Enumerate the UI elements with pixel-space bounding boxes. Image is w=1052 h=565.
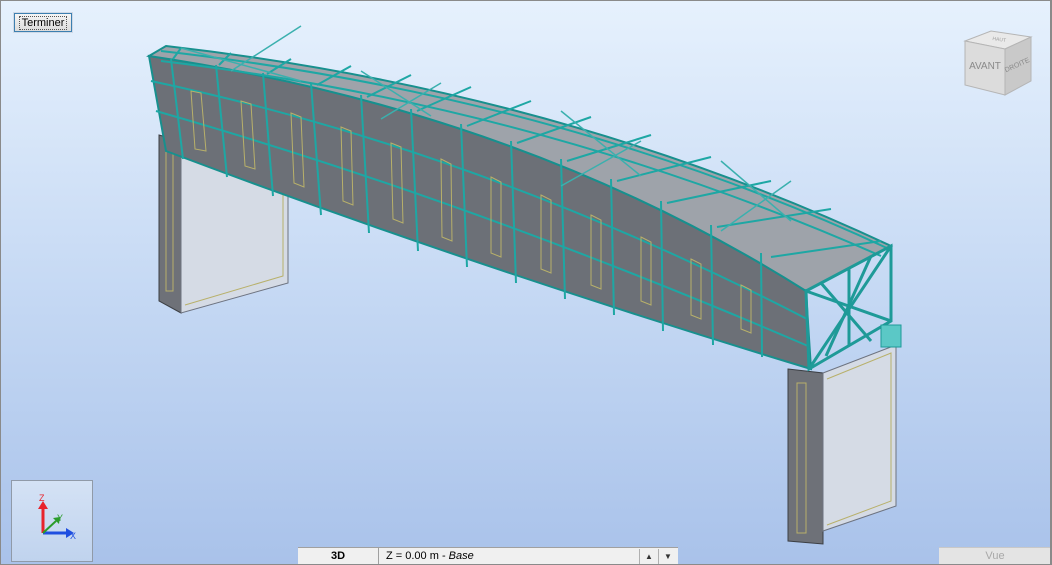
axis-y-label: Y	[57, 513, 63, 523]
level-name: Base	[448, 550, 474, 562]
axis-z-label: Z	[39, 493, 45, 503]
level-selector[interactable]: Z = 0.00 m - Base	[380, 548, 636, 564]
view-status-bar: 3D Z = 0.00 m - Base ▲ ▼	[298, 547, 678, 564]
viewcube-front-face[interactable]: AVANT	[969, 61, 1001, 72]
vue-button[interactable]: Vue	[939, 547, 1050, 564]
axes-triad: Z Y X	[11, 480, 93, 562]
finish-button-label: Terminer	[18, 15, 68, 30]
level-up-button[interactable]: ▲	[639, 549, 658, 564]
3d-viewport[interactable]: Terminer AVANT DROITE HAUT Z Y X 3D Z = …	[0, 0, 1052, 565]
axes-icon: Z Y X	[38, 493, 76, 541]
right-pier	[787, 344, 897, 545]
bridge-model-view[interactable]	[1, 1, 1052, 565]
level-prefix: Z = 0.00 m -	[386, 550, 449, 562]
finish-button[interactable]: Terminer	[13, 12, 73, 33]
axis-x-label: X	[70, 531, 76, 541]
view-mode-field[interactable]: 3D	[298, 548, 379, 564]
triangle-up-icon: ▲	[645, 552, 653, 561]
viewcube-widget[interactable]: AVANT DROITE HAUT	[959, 23, 1039, 103]
triangle-down-icon: ▼	[664, 552, 672, 561]
level-down-button[interactable]: ▼	[658, 549, 677, 564]
